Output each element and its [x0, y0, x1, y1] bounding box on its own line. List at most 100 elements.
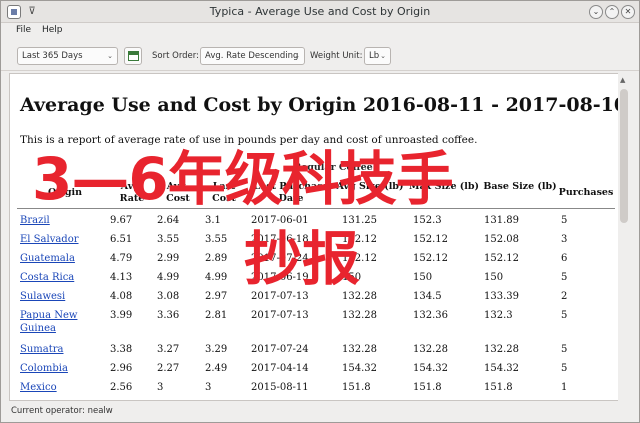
- menu-help[interactable]: Help: [42, 25, 63, 35]
- cell-last-cost: 2.49: [205, 363, 228, 374]
- cell-s3: 150: [484, 272, 504, 283]
- cell-avg-rate: 3.38: [110, 344, 133, 355]
- cell-last-cost: 3.55: [205, 234, 228, 245]
- col-max-size: Max Size (lb): [408, 181, 480, 192]
- col-base-size: Base Size (lb): [483, 181, 557, 192]
- cell-s3: 152.08: [484, 234, 519, 245]
- current-operator: Current operator: nealw: [11, 406, 113, 416]
- cell-s1: 152.12: [342, 253, 377, 264]
- status-bar: Current operator: nealw: [1, 402, 639, 422]
- cell-avg-cost: 2.27: [157, 363, 180, 374]
- cell-s2: 152.3: [413, 215, 442, 226]
- cell-origin[interactable]: Brazil: [20, 214, 110, 227]
- cell-last-cost: 3.1: [205, 215, 221, 226]
- cell-purchases: 5: [561, 310, 568, 321]
- cell-date: 2015-08-11: [251, 382, 309, 393]
- cell-last-cost: 2.81: [205, 310, 228, 321]
- cell-s1: 152.12: [342, 234, 377, 245]
- cell-date: 2017-07-13: [251, 310, 309, 321]
- cell-date: 2017-07-13: [251, 291, 309, 302]
- cell-avg-rate: 4.08: [110, 291, 133, 302]
- cell-origin[interactable]: El Salvador: [20, 233, 110, 246]
- cell-origin[interactable]: Papua New Guinea: [20, 309, 110, 335]
- col-last-purchase-date: Last Purchase Date: [253, 181, 329, 204]
- report-view[interactable]: Average Use and Cost by Origin 2016-08-1…: [9, 73, 627, 401]
- cell-avg-cost: 3.36: [157, 310, 180, 321]
- cell-origin[interactable]: Mexico: [20, 381, 110, 394]
- sort-order-select[interactable]: Avg. Rate Descending ⌄: [200, 47, 305, 65]
- cell-avg-cost: 2.99: [157, 253, 180, 264]
- cell-avg-cost: 3.27: [157, 344, 180, 355]
- weight-unit-select[interactable]: Lb ⌄: [364, 47, 391, 65]
- date-range-select[interactable]: Last 365 Days ⌄: [17, 47, 118, 65]
- cell-s1: 132.28: [342, 310, 377, 321]
- cell-avg-cost: 3.08: [157, 291, 180, 302]
- cell-origin[interactable]: Colombia: [20, 362, 110, 375]
- sort-order-label: Sort Order:: [152, 51, 199, 61]
- col-avg-size: Avg Size (lb): [336, 181, 404, 192]
- maximize-icon[interactable]: ⌃: [605, 5, 619, 19]
- cell-s1: 132.28: [342, 291, 377, 302]
- app-window: ⊽ Typica - Average Use and Cost by Origi…: [0, 0, 640, 423]
- cell-last-cost: 2.89: [205, 253, 228, 264]
- cell-avg-cost: 4.99: [157, 272, 180, 283]
- cell-date: 2017-07-24: [251, 253, 309, 264]
- cell-avg-rate: 4.79: [110, 253, 133, 264]
- calendar-icon: [128, 51, 139, 61]
- cell-s1: 131.25: [342, 215, 377, 226]
- scroll-up-icon[interactable]: ▲: [620, 76, 625, 84]
- cell-origin[interactable]: Costa Rica: [20, 271, 110, 284]
- cell-s2: 152.12: [413, 234, 448, 245]
- minimize-icon[interactable]: ⌄: [589, 5, 603, 19]
- cell-s2: 150: [413, 272, 433, 283]
- close-icon[interactable]: ✕: [621, 5, 635, 19]
- header-divider: [17, 208, 615, 209]
- weight-unit-value: Lb: [369, 51, 380, 61]
- group-header: Regular Coffee: [293, 162, 373, 173]
- cell-s2: 132.28: [413, 344, 448, 355]
- cell-origin[interactable]: Guatemala: [20, 252, 110, 265]
- cell-avg-rate: 9.67: [110, 215, 133, 226]
- cell-s2: 134.5: [413, 291, 442, 302]
- cell-s2: 152.12: [413, 253, 448, 264]
- cell-s3: 131.89: [484, 215, 519, 226]
- cell-last-cost: 3: [205, 382, 212, 393]
- cell-purchases: 3: [561, 234, 568, 245]
- cell-avg-rate: 2.56: [110, 382, 133, 393]
- window-title: Typica - Average Use and Cost by Origin: [209, 5, 431, 18]
- cell-purchases: 6: [561, 253, 568, 264]
- cell-avg-rate: 4.13: [110, 272, 133, 283]
- cell-s2: 154.32: [413, 363, 448, 374]
- cell-avg-rate: 6.51: [110, 234, 133, 245]
- vertical-scrollbar[interactable]: ▲: [618, 73, 630, 401]
- cell-s1: 151.8: [342, 382, 371, 393]
- calendar-button[interactable]: [124, 47, 142, 65]
- cell-s1: 154.32: [342, 363, 377, 374]
- cell-origin[interactable]: Sulawesi: [20, 290, 110, 303]
- toolbar: Last 365 Days ⌄ Sort Order: Avg. Rate De…: [1, 41, 639, 71]
- cell-date: 2017-07-24: [251, 344, 309, 355]
- cell-date: 2017-06-18: [251, 234, 309, 245]
- col-avg-cost: Avg. Cost: [166, 181, 190, 204]
- cell-last-cost: 3.29: [205, 344, 228, 355]
- cell-date: 2017-06-19: [251, 272, 309, 283]
- cell-purchases: 2: [561, 291, 568, 302]
- report-intro: This is a report of average rate of use …: [20, 134, 478, 146]
- cell-origin[interactable]: Sumatra: [20, 343, 110, 356]
- scrollbar-thumb[interactable]: [620, 89, 628, 223]
- menu-file[interactable]: File: [16, 25, 31, 35]
- cell-avg-rate: 2.96: [110, 363, 133, 374]
- weight-unit-label: Weight Unit:: [310, 51, 363, 61]
- cell-date: 2017-06-01: [251, 215, 309, 226]
- cell-s3: 133.39: [484, 291, 519, 302]
- cell-purchases: 5: [561, 363, 568, 374]
- cell-s3: 151.8: [484, 382, 513, 393]
- cell-s3: 152.12: [484, 253, 519, 264]
- report-title: Average Use and Cost by Origin 2016-08-1…: [20, 94, 627, 116]
- cell-date: 2017-04-14: [251, 363, 309, 374]
- chevron-down-icon: ⌄: [380, 52, 386, 60]
- cell-avg-cost: 2.64: [157, 215, 180, 226]
- cell-s2: 132.36: [413, 310, 448, 321]
- cell-avg-cost: 3.55: [157, 234, 180, 245]
- cell-s2: 151.8: [413, 382, 442, 393]
